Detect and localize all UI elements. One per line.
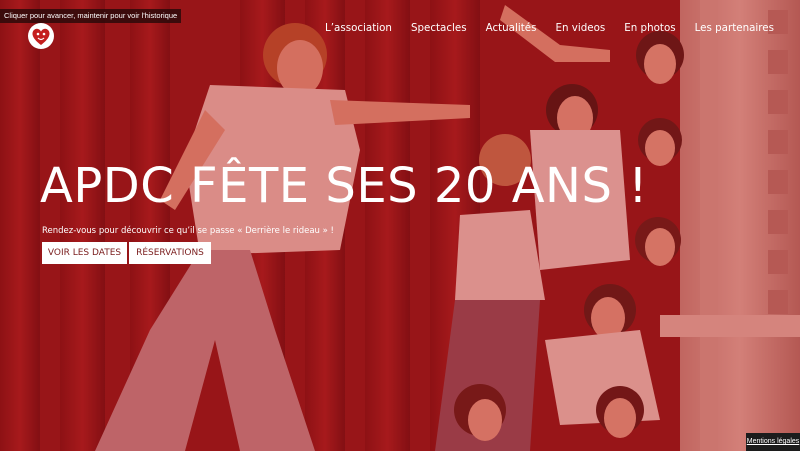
reservations-button[interactable]: RÉSERVATIONS: [129, 242, 211, 264]
apdc-logo-icon[interactable]: [27, 22, 55, 50]
see-dates-button[interactable]: VOIR LES DATES: [42, 242, 127, 264]
nav-item-partenaires[interactable]: Les partenaires: [695, 20, 774, 36]
legal-notice-link[interactable]: Mentions légales: [746, 433, 800, 451]
hero-section: L’association Spectacles Actualités En v…: [0, 0, 800, 451]
nav-item-en-videos[interactable]: En videos: [555, 20, 605, 36]
hero-title: APDC FÊTE SES 20 ANS !: [40, 158, 648, 214]
hero-subtitle: Rendez-vous pour découvrir ce qu’il se p…: [42, 226, 334, 236]
nav-item-actualites[interactable]: Actualités: [486, 20, 537, 36]
nav-item-association[interactable]: L’association: [325, 20, 392, 36]
nav-item-en-photos[interactable]: En photos: [624, 20, 675, 36]
main-nav: L’association Spectacles Actualités En v…: [325, 20, 774, 36]
back-button-tooltip: Cliquer pour avancer, maintenir pour voi…: [0, 9, 182, 23]
nav-item-spectacles[interactable]: Spectacles: [411, 20, 467, 36]
